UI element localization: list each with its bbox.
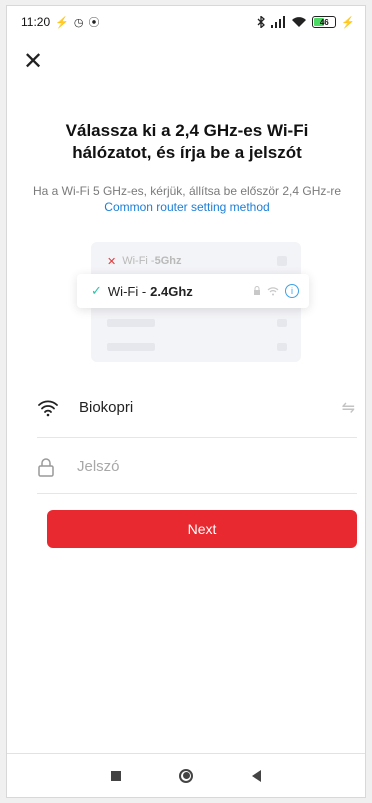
status-bar: 11:20 ⚡ ◷ ⦿ 46 ⚡ [7, 6, 365, 38]
rejected-band: 5Ghz [154, 255, 182, 267]
status-time: 11:20 [21, 15, 51, 29]
placeholder-square [277, 343, 287, 351]
router-setting-link[interactable]: Common router setting method [104, 200, 269, 214]
placeholder-bar [107, 319, 155, 327]
data-saver-icon: ⚡ [55, 16, 69, 29]
placeholder-square [277, 319, 287, 327]
app-screen: 11:20 ⚡ ◷ ⦿ 46 ⚡ ✕ Válassza ki a 2,4 GHz… [6, 5, 366, 798]
subtitle-text: Ha a Wi-Fi 5 GHz-es, kérjük, állítsa be … [32, 184, 342, 198]
battery-icon: 46 [312, 16, 337, 28]
back-icon [251, 769, 261, 782]
charging-icon: ⚡ [341, 16, 355, 29]
close-button[interactable]: ✕ [21, 50, 45, 74]
signal-icon [271, 16, 286, 28]
illustration-selected-row: ✓ Wi-Fi - 2.4Ghz i [77, 274, 309, 308]
switch-network-icon[interactable]: ⇋ [342, 398, 355, 418]
rejected-label: Wi-Fi - [122, 255, 155, 267]
back-button[interactable] [221, 754, 291, 798]
wifi-icon [37, 397, 59, 419]
password-input[interactable] [77, 458, 317, 475]
status-left: 11:20 ⚡ ◷ ⦿ [21, 14, 99, 30]
wifi-network-name: Biokopri [79, 399, 134, 416]
wifi-network-field[interactable]: Biokopri ⇋ [37, 378, 357, 438]
illustration-placeholder-row [107, 343, 287, 353]
alarm-icon: ◷ [73, 16, 84, 29]
recents-button[interactable] [81, 754, 151, 798]
placeholder-dot [277, 256, 287, 266]
illustration-rejected-row: ✕ Wi-Fi - 5Ghz [107, 252, 287, 270]
recents-icon [111, 770, 121, 781]
notification-icon: ⦿ [88, 17, 100, 29]
page-subtitle: Ha a Wi-Fi 5 GHz-es, kérjük, állítsa be … [31, 183, 343, 215]
selected-label: Wi-Fi - [107, 283, 147, 299]
battery-level: 46 [319, 17, 329, 27]
wifi-small-icon [267, 287, 279, 296]
check-icon: ✓ [91, 283, 102, 298]
close-icon: ✕ [22, 48, 44, 75]
next-button[interactable]: Next [47, 510, 357, 548]
placeholder-bar [107, 343, 155, 351]
lock-small-icon [254, 286, 260, 295]
password-field[interactable] [37, 440, 357, 494]
selected-row-icons: i [253, 284, 299, 298]
lock-icon [37, 456, 57, 478]
page-title: Válassza ki a 2,4 GHz-es Wi-Fi hálózatot… [65, 121, 309, 162]
system-nav-bar [7, 753, 365, 797]
wifi-status-icon [292, 17, 307, 27]
reject-icon: ✕ [107, 255, 117, 268]
info-icon: i [285, 284, 299, 298]
selected-band: 2.4Ghz [150, 283, 193, 299]
illustration-placeholder-row [107, 319, 287, 329]
home-icon [179, 768, 193, 783]
status-right: 46 ⚡ [257, 16, 355, 29]
home-button[interactable] [151, 754, 221, 798]
bluetooth-icon [257, 16, 266, 28]
